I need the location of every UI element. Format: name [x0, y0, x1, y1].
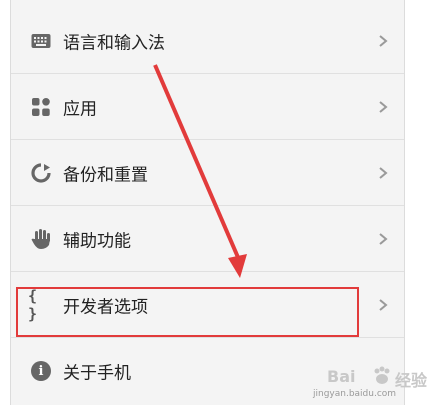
settings-item-label: 备份和重置: [63, 165, 148, 185]
chevron-right-icon: [379, 100, 388, 113]
apps-grid-icon: [31, 97, 51, 117]
hand-icon: [31, 228, 51, 249]
settings-item-label: 辅助功能: [63, 231, 131, 251]
settings-item-label: 应用: [63, 99, 97, 119]
watermark-text: 经验: [395, 371, 428, 390]
watermark: Bai 经验 jingyan.baidu.com: [309, 366, 439, 403]
watermark-text: Bai: [327, 367, 356, 386]
backup-reset-icon: [31, 162, 51, 183]
watermark-url: jingyan.baidu.com: [313, 389, 397, 399]
settings-item-developer-options[interactable]: { } 开发者选项: [11, 272, 404, 338]
settings-item-label: 语言和输入法: [63, 33, 165, 53]
settings-item-label: 开发者选项: [63, 297, 148, 317]
settings-list: 语言和输入法 应用 备份和重置 辅助功能 {} 开发者选项 i 关于手机: [10, 0, 405, 405]
chevron-right-icon: [379, 298, 388, 311]
keyboard-icon: [31, 31, 51, 51]
chevron-right-icon: [379, 34, 388, 47]
settings-item-language-input[interactable]: 语言和输入法: [11, 8, 404, 74]
chevron-right-icon: [379, 232, 388, 245]
settings-item-label: 关于手机: [63, 363, 131, 384]
settings-item-apps[interactable]: 应用: [11, 74, 404, 140]
settings-item-backup-reset[interactable]: 备份和重置: [11, 140, 404, 206]
baidu-paw-icon: [374, 366, 390, 384]
settings-item-accessibility[interactable]: 辅助功能: [11, 206, 404, 272]
chevron-right-icon: [379, 166, 388, 179]
braces-icon: { }: [28, 286, 38, 323]
info-icon: i: [31, 361, 51, 381]
